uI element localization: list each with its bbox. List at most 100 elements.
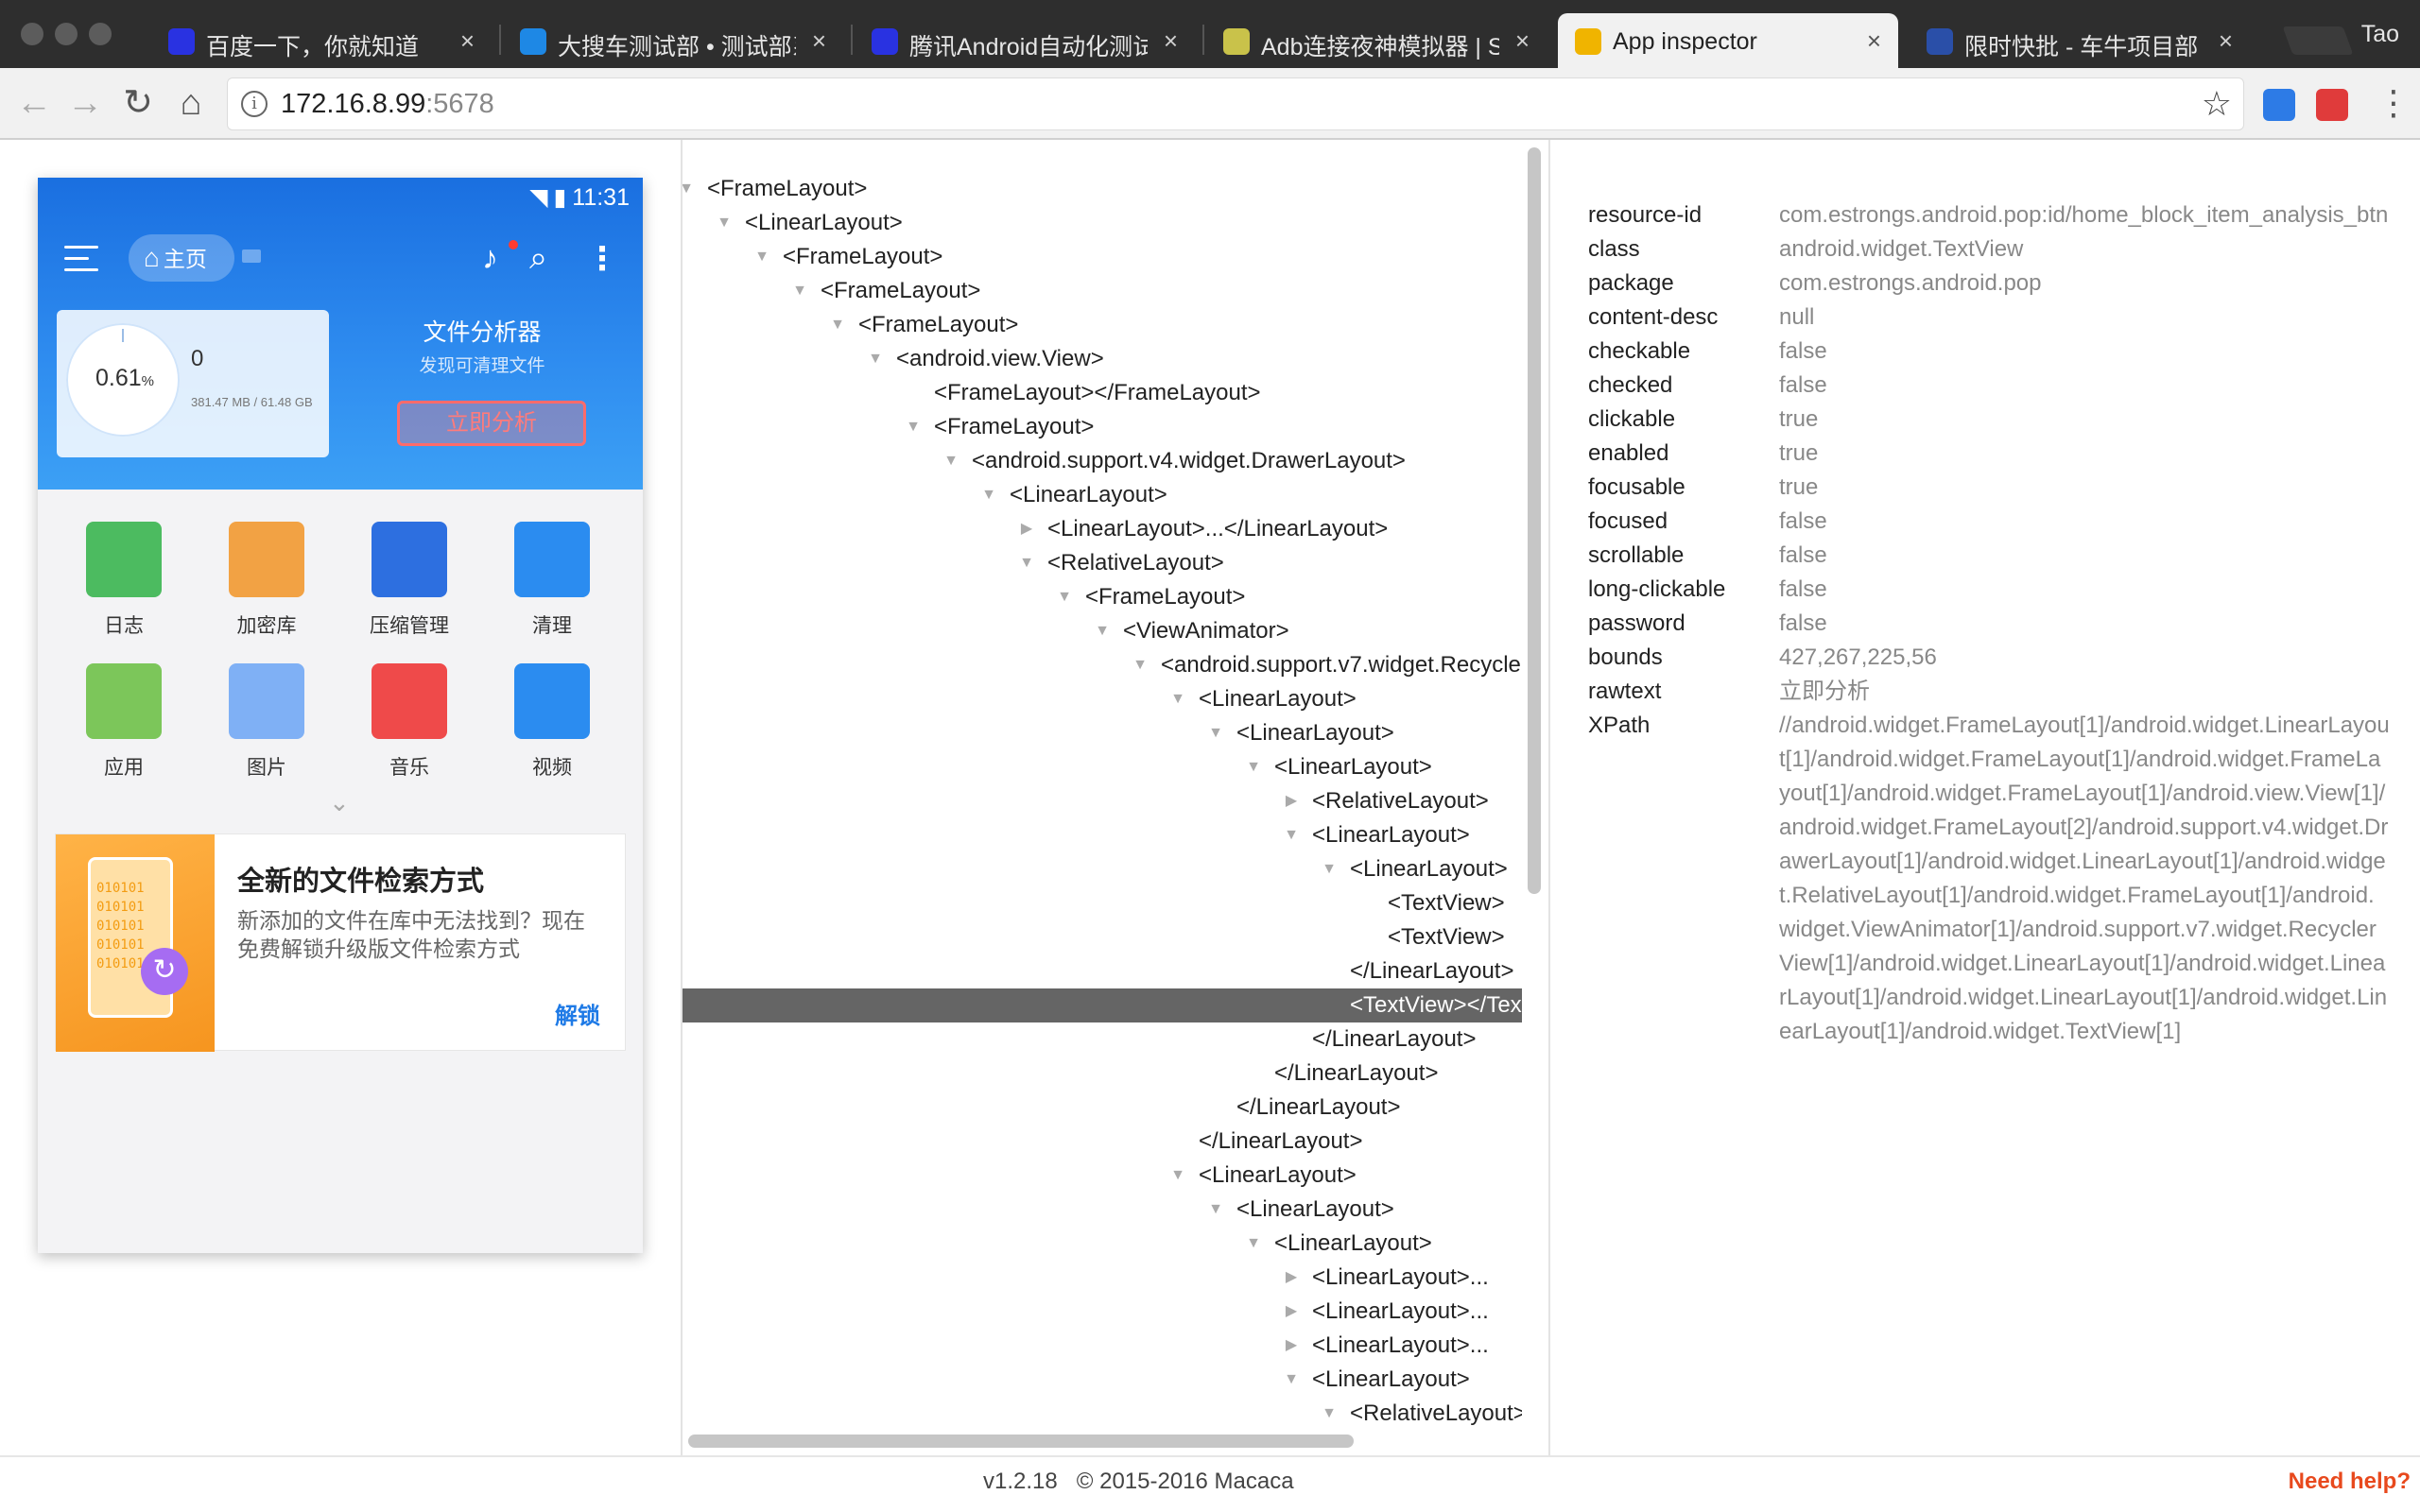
tree-node[interactable]: ▼ <LinearLayout>: [683, 750, 1522, 784]
property-value[interactable]: true: [1779, 471, 2390, 505]
tree-node[interactable]: ▼ <LinearLayout>: [683, 1227, 1522, 1261]
property-value[interactable]: com.estrongs.android.pop: [1779, 266, 2390, 301]
grid-item[interactable]: 音乐: [348, 663, 471, 781]
new-tab-button[interactable]: [2282, 26, 2354, 55]
tree-node[interactable]: ▼ <LinearLayout>: [683, 1193, 1522, 1227]
element-tree[interactable]: ▼ <FrameLayout> ▼ <LinearLayout> ▼ <FrameLayo…: [683, 140, 1522, 1453]
tree-node[interactable]: <TextView>: [683, 920, 1522, 954]
tree-node[interactable]: </LinearLayout>: [683, 1091, 1522, 1125]
grid-item[interactable]: 图片: [205, 663, 328, 781]
tree-node[interactable]: ▼ <android.support.v4.widget.DrawerLayout…: [683, 444, 1522, 478]
profile-name[interactable]: Tao: [2361, 21, 2399, 48]
property-value[interactable]: 立即分析: [1779, 675, 2390, 709]
tree-node[interactable]: ▼ <FrameLayout>: [683, 172, 1522, 206]
promo-card[interactable]: 010101 010101 010101 010101 010101 ↻ 全新的文件检索…: [55, 833, 626, 1052]
collapse-triangle-icon[interactable]: ▼: [940, 444, 962, 478]
property-value[interactable]: true: [1779, 403, 2390, 437]
collapse-triangle-icon[interactable]: ▼: [1280, 1363, 1303, 1397]
reload-icon[interactable]: ↻: [115, 81, 161, 127]
home-tab[interactable]: ⌂ 主页: [129, 234, 234, 282]
collapse-triangle-icon[interactable]: ▼: [1129, 648, 1151, 682]
collapse-triangle-icon[interactable]: ▼: [1015, 546, 1038, 580]
property-value[interactable]: false: [1779, 607, 2390, 641]
collapse-triangle-icon[interactable]: ▼: [683, 172, 698, 206]
expand-chevron-icon[interactable]: ⌄: [329, 788, 350, 817]
tab-close-icon[interactable]: ×: [2219, 26, 2233, 56]
collapse-triangle-icon[interactable]: ▼: [826, 308, 849, 342]
forward-arrow-icon[interactable]: →: [62, 81, 108, 127]
tree-horizontal-scrollbar[interactable]: [688, 1435, 1354, 1448]
property-value[interactable]: //android.widget.FrameLayout[1]/android.…: [1779, 709, 2390, 1049]
expand-triangle-icon[interactable]: ▶: [1280, 784, 1303, 818]
tree-node[interactable]: </LinearLayout>: [683, 1057, 1522, 1091]
property-value[interactable]: false: [1779, 335, 2390, 369]
collapse-triangle-icon[interactable]: ▼: [977, 478, 1000, 512]
property-value[interactable]: true: [1779, 437, 2390, 471]
back-arrow-icon[interactable]: ←: [11, 81, 57, 127]
collapse-triangle-icon[interactable]: ▼: [1318, 1397, 1340, 1431]
property-value[interactable]: false: [1779, 573, 2390, 607]
tree-node[interactable]: ▼ <LinearLayout>: [683, 1363, 1522, 1397]
tree-node[interactable]: ▼ <android.view.View>: [683, 342, 1522, 376]
expand-triangle-icon[interactable]: ▶: [1015, 512, 1038, 546]
hamburger-menu-icon[interactable]: [64, 246, 98, 272]
collapse-triangle-icon[interactable]: ▼: [713, 206, 735, 240]
property-value[interactable]: com.estrongs.android.pop:id/home_block_i…: [1779, 198, 2390, 232]
tree-node[interactable]: <FrameLayout></FrameLayout>: [683, 376, 1522, 410]
tree-node[interactable]: ▼ <LinearLayout>: [683, 716, 1522, 750]
grid-item[interactable]: 日志: [62, 522, 185, 639]
extension-translate-icon[interactable]: [2263, 89, 2295, 121]
notification-bell-icon[interactable]: ♪: [482, 240, 498, 277]
storage-card[interactable]: 0.61% 0 381.47 MB / 61.48 GB: [57, 310, 329, 457]
bookmark-star-icon[interactable]: ☆: [2202, 84, 2232, 124]
tree-node[interactable]: <TextView>: [683, 886, 1522, 920]
unlock-button[interactable]: 解锁: [555, 997, 600, 1030]
tab-close-icon[interactable]: ×: [812, 26, 826, 56]
collapse-triangle-icon[interactable]: ▼: [1167, 682, 1189, 716]
url-text[interactable]: 172.16.8.99:5678: [281, 89, 494, 120]
collapse-triangle-icon[interactable]: ▼: [1204, 1193, 1227, 1227]
collapse-triangle-icon[interactable]: ▼: [1204, 716, 1227, 750]
expand-triangle-icon[interactable]: ▶: [1280, 1295, 1303, 1329]
browser-menu-icon[interactable]: ⋮: [2377, 79, 2411, 127]
browser-tab[interactable]: Adb连接夜神模拟器 | Sh ×: [1206, 13, 1547, 68]
window-zoom-icon[interactable]: [89, 23, 112, 45]
tree-node[interactable]: ▼ <LinearLayout>: [683, 852, 1522, 886]
tab-close-icon[interactable]: ×: [1867, 26, 1881, 56]
tree-node[interactable]: </LinearLayout>: [683, 1125, 1522, 1159]
window-tab-icon[interactable]: [242, 249, 261, 263]
collapse-triangle-icon[interactable]: ▼: [1280, 818, 1303, 852]
property-value[interactable]: false: [1779, 369, 2390, 403]
expand-triangle-icon[interactable]: ▶: [1280, 1261, 1303, 1295]
collapse-triangle-icon[interactable]: ▼: [1053, 580, 1076, 614]
collapse-triangle-icon[interactable]: ▼: [788, 274, 811, 308]
address-bar[interactable]: i 172.16.8.99:5678 ☆: [227, 77, 2244, 130]
tab-close-icon[interactable]: ×: [460, 26, 475, 56]
home-icon[interactable]: ⌂: [168, 81, 214, 127]
tab-close-icon[interactable]: ×: [1515, 26, 1530, 56]
tree-node[interactable]: ▼ <FrameLayout>: [683, 274, 1522, 308]
property-value[interactable]: android.widget.TextView: [1779, 232, 2390, 266]
tree-node[interactable]: ▶ <LinearLayout>...: [683, 1295, 1522, 1329]
tree-node[interactable]: </LinearLayout>: [683, 1022, 1522, 1057]
help-link[interactable]: Need help?: [2289, 1469, 2411, 1495]
browser-tab[interactable]: 大搜车测试部 • 测试部系 ×: [503, 13, 843, 68]
extension-lastpass-icon[interactable]: [2316, 89, 2348, 121]
tree-node[interactable]: ▼ <FrameLayout>: [683, 308, 1522, 342]
property-value[interactable]: 427,267,225,56: [1779, 641, 2390, 675]
browser-tab[interactable]: App inspector ×: [1558, 13, 1898, 68]
tree-node[interactable]: ▼ <LinearLayout>: [683, 478, 1522, 512]
more-options-icon[interactable]: ⋮: [586, 240, 618, 278]
collapse-triangle-icon[interactable]: ▼: [1167, 1159, 1189, 1193]
tree-node[interactable]: ▼ <android.support.v7.widget.RecyclerView…: [683, 648, 1522, 682]
tree-node[interactable]: </LinearLayout>: [683, 954, 1522, 988]
collapse-triangle-icon[interactable]: ▼: [751, 240, 773, 274]
browser-tab[interactable]: 限时快批 - 车牛项目部 - ×: [1910, 13, 2250, 68]
expand-triangle-icon[interactable]: ▶: [1280, 1329, 1303, 1363]
grid-item[interactable]: 视频: [491, 663, 614, 781]
collapse-triangle-icon[interactable]: ▼: [1091, 614, 1114, 648]
tree-node[interactable]: ▼ <FrameLayout>: [683, 580, 1522, 614]
collapse-triangle-icon[interactable]: ▼: [1242, 750, 1265, 784]
collapse-triangle-icon[interactable]: ▼: [864, 342, 887, 376]
tree-node[interactable]: ▼ <LinearLayout>: [683, 1159, 1522, 1193]
